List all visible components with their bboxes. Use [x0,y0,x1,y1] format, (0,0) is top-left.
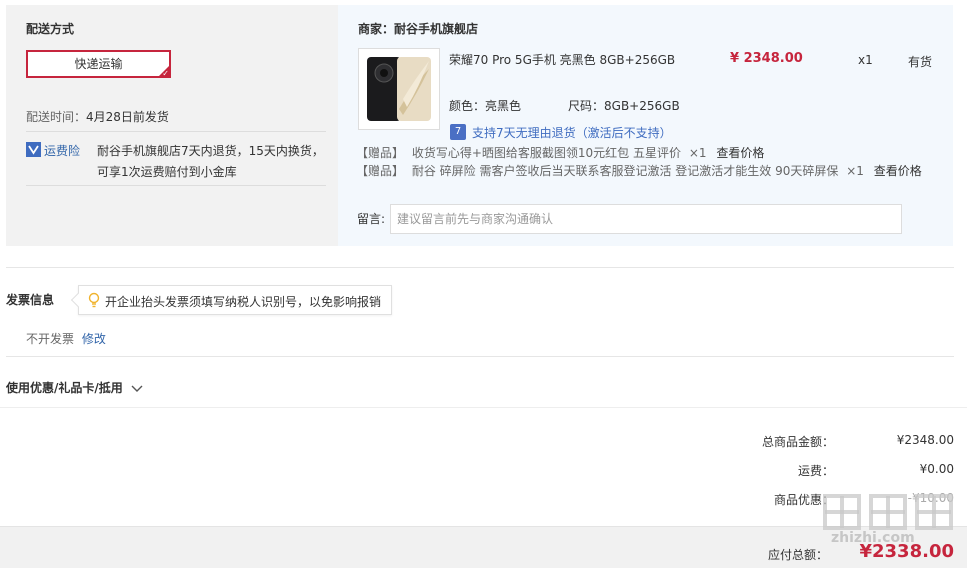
gift-item: 【赠品】 耐谷 碎屏险 需客户签收后当天联系客服登记激活 登记激活才能生效 90… [356,162,922,180]
gift-quantity: ×1 [846,164,864,178]
product-name[interactable]: 荣耀70 Pro 5G手机 亮黑色 8GB+256GB [449,51,675,68]
delivery-time: 配送时间：4月28日前发货 [26,108,169,125]
gift-text: 收货写心得+晒图给客服截图领10元红包 五星评价 [411,146,681,160]
invoice-tip-text: 开企业抬头发票须填写纳税人识别号，以免影响报销 [105,295,382,309]
tip-caret [70,292,86,308]
divider [26,131,326,132]
return-policy-icon: 7 [450,124,466,140]
payable-label: 应付总额： [767,548,828,562]
delivery-time-value: 4月28日前发货 [86,110,169,124]
order-confirmation-page: 配送方式 快递运输 ✓ 配送时间：4月28日前发货 运费险 耐谷手机旗舰店7天内… [0,0,967,568]
watermark-url: zhizhi.com [831,530,915,546]
size-label: 尺码： [568,99,605,113]
shipping-method-label: 快递运输 [74,57,123,71]
chevron-down-icon [131,382,143,396]
size-value: 8GB+256GB [604,99,680,113]
remark-label: 留言: [357,212,386,226]
gift-quantity: ×1 [688,146,707,160]
delivery-title: 配送方式 [26,22,75,36]
shipping-insurance-description: 耐谷手机旗舰店7天内退货，15天内换货， 可享1次运费赔付到小金库 [97,141,332,183]
gift-tag: 【赠品】 [356,146,405,160]
section-divider [6,356,954,357]
invoice-status-text: 不开发票 [26,332,75,346]
checkmark-icon: ✓ [162,69,169,78]
invoice-tip: 开企业抬头发票须填写纳税人识别号，以免影响报销 [70,285,392,315]
stock-status: 有货 [908,55,933,69]
view-price-link[interactable]: 查看价格 [874,164,922,178]
delivery-time-label: 配送时间： [26,110,87,124]
product-price: ¥ 2348.00 [730,51,803,66]
gift-item: 【赠品】 收货写心得+晒图给客服截图领10元红包 五星评价 ×1 查看价格 [356,144,922,162]
view-price-link[interactable]: 查看价格 [716,146,764,160]
coupon-section-toggle[interactable]: 使用优惠/礼品卡/抵用 [6,379,143,396]
coupon-title: 使用优惠/礼品卡/抵用 [6,381,123,395]
divider [26,185,326,186]
invoice-title: 发票信息 [6,293,55,307]
invoice-edit-link[interactable]: 修改 [82,332,106,346]
remark-input[interactable] [390,204,902,234]
summary-label-goods: 总商品金额： [761,435,834,449]
product-size: 尺码：8GB+256GB [568,97,680,114]
insurance-text-line-1: 耐谷手机旗舰店7天内退货，15天内换货， [97,144,324,158]
return-policy-text: 支持7天无理由退货（激活后不支持） [472,126,672,140]
shipping-insurance-link[interactable]: 运费险 [44,142,80,159]
section-divider [6,267,954,268]
shipping-insurance-icon [26,142,41,157]
merchant-title: 商家：耐谷手机旗舰店 [358,22,479,36]
gift-text: 耐谷 碎屏险 需客户签收后当天联系客服登记激活 登记激活才能生效 90天碎屏保 [411,164,839,178]
summary-label-shipping: 运费： [797,464,834,478]
site-watermark: zhizhi.com [815,486,965,546]
delivery-panel [6,5,338,246]
product-quantity: x1 [858,53,873,67]
insurance-text-line-2: 可享1次运费赔付到小金库 [97,165,237,179]
section-divider [0,407,967,408]
lightbulb-icon [88,292,100,311]
gift-tag: 【赠品】 [356,164,405,178]
product-image[interactable] [358,48,440,130]
summary-value-shipping: ¥0.00 [919,462,954,476]
gift-list: 【赠品】 收货写心得+晒图给客服截图领10元红包 五星评价 ×1 查看价格 【赠… [356,144,922,180]
invoice-status: 不开发票 修改 [26,330,106,347]
color-label: 颜色： [449,99,486,113]
summary-value-goods: ¥2348.00 [896,433,954,447]
color-value: 亮黑色 [485,99,522,113]
summary-label-discount: 商品优惠： [773,493,834,507]
shipping-method-option-express[interactable]: 快递运输 ✓ [26,50,171,78]
product-color: 颜色：亮黑色 [449,97,521,114]
